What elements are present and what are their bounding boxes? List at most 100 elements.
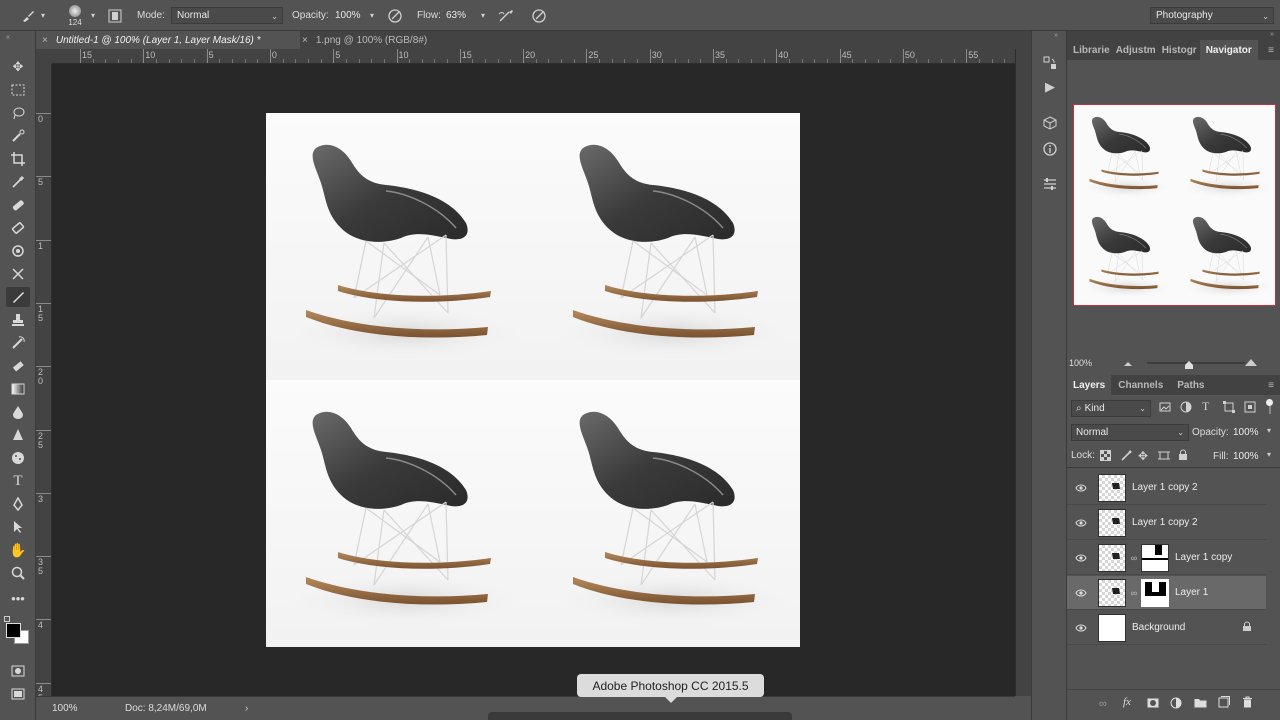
expand-panels-icon[interactable]: » [1054, 32, 1058, 39]
tab-1-png[interactable]: × 1.png @ 100% (RGB/8#) [300, 31, 500, 49]
navigator-zoom-slider[interactable] [1147, 362, 1245, 364]
layer-name[interactable]: Background [1132, 622, 1185, 633]
filter-shape-icon[interactable] [1223, 401, 1235, 416]
more-tools-icon[interactable]: ••• [6, 588, 30, 608]
visibility-eye-icon[interactable] [1067, 589, 1095, 597]
sponge-tool-icon[interactable] [6, 448, 30, 468]
layer-row-background[interactable]: Background [1067, 611, 1266, 645]
eyedropper-tool-icon[interactable] [6, 172, 30, 192]
brush-tool-icon[interactable] [18, 0, 38, 31]
layer-name[interactable]: Layer 1 copy 2 [1132, 482, 1198, 493]
filter-type-icon[interactable]: T [1202, 399, 1209, 414]
dock[interactable] [488, 712, 792, 720]
flow-value[interactable]: 63% [446, 0, 466, 31]
opacity-value[interactable]: 100% [335, 0, 361, 31]
filter-smart-object-icon[interactable] [1244, 401, 1256, 416]
workspace-switcher[interactable]: Photography ⌄ [1150, 7, 1274, 24]
vertical-scrollbar[interactable] [1015, 49, 1031, 696]
layers-menu-icon[interactable]: ≡ [1268, 380, 1274, 391]
foreground-color-swatch[interactable] [6, 623, 21, 638]
lock-position-icon[interactable]: ✥ [1138, 449, 1148, 463]
mode-dropdown[interactable]: Normal ⌄ [171, 7, 283, 24]
delete-layer-trash-icon[interactable] [1242, 696, 1253, 711]
layer-opacity-chevron-icon[interactable]: ▾ [1267, 426, 1271, 435]
crop-tool-icon[interactable] [6, 149, 30, 169]
lock-artboard-icon[interactable] [1158, 450, 1170, 464]
tab-channels[interactable]: Channels [1111, 380, 1170, 391]
color-swatches[interactable] [4, 616, 30, 644]
layer-row-selected[interactable]: ∞ Layer 1 [1067, 576, 1266, 610]
layer-row[interactable]: Layer 1 copy 2 [1067, 506, 1266, 540]
visibility-eye-icon[interactable] [1067, 554, 1095, 562]
history-brush-tool-icon[interactable] [6, 333, 30, 353]
layer-row[interactable]: ∞ Layer 1 copy [1067, 541, 1266, 575]
brush-panel-toggle-icon[interactable] [107, 0, 123, 31]
mask-link-icon[interactable]: ∞ [1129, 553, 1139, 563]
new-group-folder-icon[interactable] [1194, 697, 1207, 711]
blur-tool-icon[interactable] [6, 402, 30, 422]
filter-adjustment-icon[interactable] [1180, 401, 1192, 416]
tab-libraries[interactable]: Librarie [1067, 45, 1113, 56]
quick-mask-icon[interactable] [6, 661, 30, 681]
layer-opacity-value[interactable]: 100% [1233, 427, 1259, 438]
brush-picker-chevron-icon[interactable]: ▾ [88, 0, 98, 31]
properties-panel-icon[interactable] [1040, 174, 1060, 194]
screen-mode-icon[interactable] [6, 684, 30, 704]
patch-tool-icon[interactable] [6, 218, 30, 238]
close-tab-icon[interactable]: × [42, 35, 48, 46]
tab-navigator[interactable]: Navigator [1199, 40, 1258, 60]
new-adjustment-layer-icon[interactable] [1170, 697, 1182, 712]
ruler-origin[interactable] [36, 49, 52, 64]
new-layer-icon[interactable] [1218, 696, 1230, 711]
marquee-tool-icon[interactable] [6, 80, 30, 100]
pen-tool-icon[interactable] [6, 494, 30, 514]
vertical-ruler[interactable]: 0 5 1 15 20 25 3 35 4 45 [36, 64, 52, 696]
mask-link-icon[interactable]: ∞ [1129, 588, 1139, 598]
eraser-tool-icon[interactable] [6, 356, 30, 376]
flow-chevron-icon[interactable]: ▾ [478, 0, 488, 31]
dodge-tool-icon[interactable] [6, 425, 30, 445]
actions-play-icon[interactable]: ▶ [1040, 77, 1060, 97]
link-layers-icon[interactable]: ∞ [1099, 698, 1107, 710]
add-mask-icon[interactable] [1147, 698, 1159, 711]
layer-row[interactable]: Layer 1 copy 2 [1067, 471, 1266, 505]
opacity-chevron-icon[interactable]: ▾ [367, 0, 377, 31]
type-tool-icon[interactable]: T [6, 471, 30, 491]
zoom-out-icon[interactable] [1123, 359, 1133, 370]
lock-transparent-icon[interactable] [1100, 450, 1111, 464]
close-tab-icon[interactable]: × [302, 35, 308, 46]
layer-name[interactable]: Layer 1 copy [1175, 552, 1232, 563]
content-aware-move-tool-icon[interactable] [6, 241, 30, 261]
zoom-tool-icon[interactable] [6, 563, 30, 583]
move-tool-icon[interactable]: ✥ [6, 57, 30, 77]
collapse-panels-icon[interactable]: » [1270, 31, 1274, 38]
horizontal-ruler[interactable]: 15 10 5 0 5 10 15 20 25 30 35 40 45 50 55 [52, 49, 1015, 64]
visibility-eye-icon[interactable] [1067, 624, 1095, 632]
blend-mode-dropdown[interactable]: Normal ⌄ [1071, 424, 1189, 441]
tool-preset-chevron-icon[interactable]: ▾ [38, 0, 48, 31]
brush-size-picker[interactable]: 124 [64, 0, 86, 31]
filter-toggle[interactable] [1266, 398, 1274, 416]
gradient-tool-icon[interactable] [6, 379, 30, 399]
red-eye-tool-icon[interactable] [6, 264, 30, 284]
layer-style-fx-icon[interactable]: fx [1123, 696, 1131, 708]
navigator-thumbnail[interactable] [1073, 104, 1276, 306]
lasso-tool-icon[interactable] [6, 103, 30, 123]
fill-chevron-icon[interactable]: ▾ [1267, 450, 1271, 459]
lock-pixels-icon[interactable] [1121, 450, 1132, 464]
info-icon[interactable] [1040, 139, 1060, 159]
default-colors-icon[interactable] [4, 616, 10, 622]
layer-mask-thumbnail[interactable] [1141, 543, 1169, 572]
document-canvas[interactable] [266, 113, 800, 647]
collapse-toolbar-icon[interactable]: « [6, 34, 10, 41]
quick-selection-tool-icon[interactable] [6, 126, 30, 146]
zoom-in-icon[interactable] [1244, 357, 1258, 370]
airbrush-icon[interactable] [496, 0, 516, 31]
tab-paths[interactable]: Paths [1170, 380, 1211, 391]
visibility-eye-icon[interactable] [1067, 484, 1095, 492]
pressure-opacity-icon[interactable] [386, 0, 404, 31]
lock-all-icon[interactable] [1178, 449, 1188, 464]
healing-brush-tool-icon[interactable] [6, 195, 30, 215]
layer-name[interactable]: Layer 1 copy 2 [1132, 517, 1198, 528]
tab-adjustments[interactable]: Adjustm [1113, 45, 1159, 56]
